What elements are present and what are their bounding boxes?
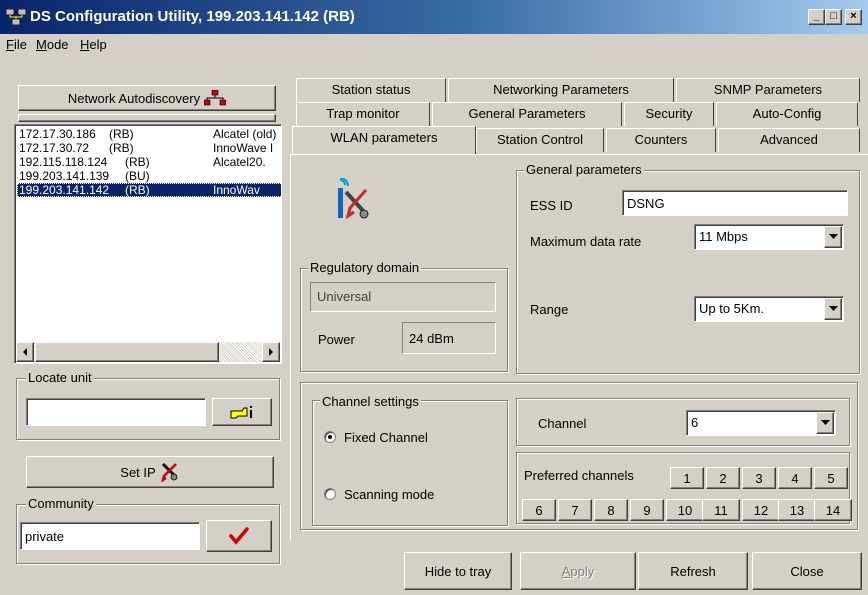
apply-button[interactable]: Apply xyxy=(520,552,636,590)
channel-label: Channel xyxy=(538,416,587,431)
channel-value: 6 xyxy=(691,415,699,430)
device-list[interactable]: 172.17.30.186 (RB) Alcatel (old) 172.17.30.… xyxy=(14,124,282,364)
preferred-channel-9-button[interactable]: 9 xyxy=(630,499,664,521)
fixed-channel-radio[interactable] xyxy=(324,431,336,443)
chevron-down-icon xyxy=(828,306,838,311)
preferred-channel-5-button[interactable]: 5 xyxy=(814,467,848,489)
arrow-right-icon xyxy=(269,348,273,356)
tab-security[interactable]: Security xyxy=(624,102,714,126)
preferred-channel-1-button[interactable]: 1 xyxy=(670,467,704,489)
device-ip: 199.203.141.139 xyxy=(19,169,110,183)
max-data-rate-label: Maximum data rate xyxy=(530,234,642,249)
tab-station-status[interactable]: Station status xyxy=(296,78,446,102)
scroll-left-button[interactable] xyxy=(16,342,34,362)
set-ip-label: Set IP xyxy=(120,464,156,480)
close-button[interactable]: Close xyxy=(752,552,862,590)
preferred-channel-12-button[interactable]: 12 xyxy=(742,499,780,521)
tab-strip: Station status Networking Parameters SNMP … xyxy=(0,0,868,160)
range-value: Up to 5Km. xyxy=(699,301,765,316)
device-ip: 199.203.141.142 xyxy=(19,183,110,197)
device-type: (BU) xyxy=(125,169,150,183)
tab-general-parameters[interactable]: General Parameters xyxy=(432,102,622,126)
tab-trap-monitor[interactable]: Trap monitor xyxy=(296,102,430,126)
radio-dot xyxy=(328,435,332,439)
close-label: Close xyxy=(790,563,824,579)
preferred-channel-8-button[interactable]: 8 xyxy=(594,499,628,521)
scroll-thumb[interactable] xyxy=(35,342,219,362)
channel-dropdown-button[interactable] xyxy=(816,412,834,434)
preferred-channels-label: Preferred channels xyxy=(524,468,634,483)
chevron-down-icon xyxy=(820,420,830,425)
power-value: 24 dBm xyxy=(402,322,496,354)
tab-networking-parameters[interactable]: Networking Parameters xyxy=(448,78,674,102)
preferred-channel-7-button[interactable]: 7 xyxy=(558,499,592,521)
device-type: (RB) xyxy=(125,183,150,197)
tab-advanced[interactable]: Advanced xyxy=(718,128,860,152)
locate-unit-button[interactable] xyxy=(212,398,272,426)
tab-station-control[interactable]: Station Control xyxy=(476,128,604,152)
wlan-tools-icon xyxy=(338,178,369,220)
set-ip-button[interactable]: Set IP xyxy=(26,456,274,488)
tab-counters[interactable]: Counters xyxy=(606,128,716,152)
range-select[interactable]: Up to 5Km. xyxy=(694,296,844,322)
essid-input[interactable] xyxy=(622,190,848,216)
refresh-label: Refresh xyxy=(670,563,716,579)
locate-unit-label: Locate unit xyxy=(26,370,94,385)
list-item[interactable]: 199.203.141.139 (BU) xyxy=(17,169,281,183)
preferred-channel-11-button[interactable]: 11 xyxy=(702,499,740,521)
channel-settings-group xyxy=(312,400,508,526)
range-dropdown-button[interactable] xyxy=(824,298,842,320)
essid-label: ESS ID xyxy=(530,198,573,213)
power-label: Power xyxy=(318,332,355,347)
preferred-channel-3-button[interactable]: 3 xyxy=(742,467,776,489)
list-item[interactable]: 199.203.141.142 (RB) InnoWav xyxy=(17,183,281,197)
preferred-channel-14-button[interactable]: 14 xyxy=(814,499,852,521)
preferred-channel-6-button[interactable]: 6 xyxy=(522,499,556,521)
community-label: Community xyxy=(26,496,96,511)
pointing-hand-icon xyxy=(230,406,252,419)
regulatory-domain-label: Regulatory domain xyxy=(308,260,422,275)
general-parameters-label: General parameters xyxy=(524,162,644,177)
channel-settings-label: Channel settings xyxy=(320,394,421,409)
fixed-channel-label[interactable]: Fixed Channel xyxy=(344,430,428,445)
apply-label: Apply xyxy=(561,563,595,579)
locate-unit-input[interactable] xyxy=(26,398,206,426)
tab-auto-config[interactable]: Auto-Config xyxy=(716,102,858,126)
tab-wlan-parameters[interactable]: WLAN parameters xyxy=(292,126,476,154)
scroll-right-button[interactable] xyxy=(262,342,280,362)
max-data-rate-dropdown-button[interactable] xyxy=(824,226,842,248)
tab-snmp-parameters[interactable]: SNMP Parameters xyxy=(676,78,860,102)
community-apply-button[interactable] xyxy=(206,520,272,552)
community-input[interactable] xyxy=(20,522,200,550)
range-label: Range xyxy=(530,302,569,317)
horizontal-scrollbar[interactable] xyxy=(16,342,280,362)
scanning-mode-label[interactable]: Scanning mode xyxy=(344,487,434,502)
chevron-down-icon xyxy=(828,234,838,239)
channel-select[interactable]: 6 xyxy=(686,410,836,436)
hide-to-tray-button[interactable]: Hide to tray xyxy=(404,552,512,590)
arrow-left-icon xyxy=(23,348,27,356)
preferred-channel-2-button[interactable]: 2 xyxy=(706,467,740,489)
preferred-channel-4-button[interactable]: 4 xyxy=(778,467,812,489)
max-data-rate-select[interactable]: 11 Mbps xyxy=(694,224,844,250)
tools-icon xyxy=(160,462,178,482)
scanning-mode-radio[interactable] xyxy=(324,488,336,500)
checkmark-icon xyxy=(229,527,249,545)
max-data-rate-value: 11 Mbps xyxy=(699,229,748,244)
preferred-channel-10-button[interactable]: 10 xyxy=(666,499,704,521)
device-name: InnoWav xyxy=(213,183,260,197)
refresh-button[interactable]: Refresh xyxy=(638,552,748,590)
hide-to-tray-label: Hide to tray xyxy=(424,563,492,579)
regulatory-domain-value: Universal xyxy=(310,282,496,312)
preferred-channel-13-button[interactable]: 13 xyxy=(778,499,816,521)
